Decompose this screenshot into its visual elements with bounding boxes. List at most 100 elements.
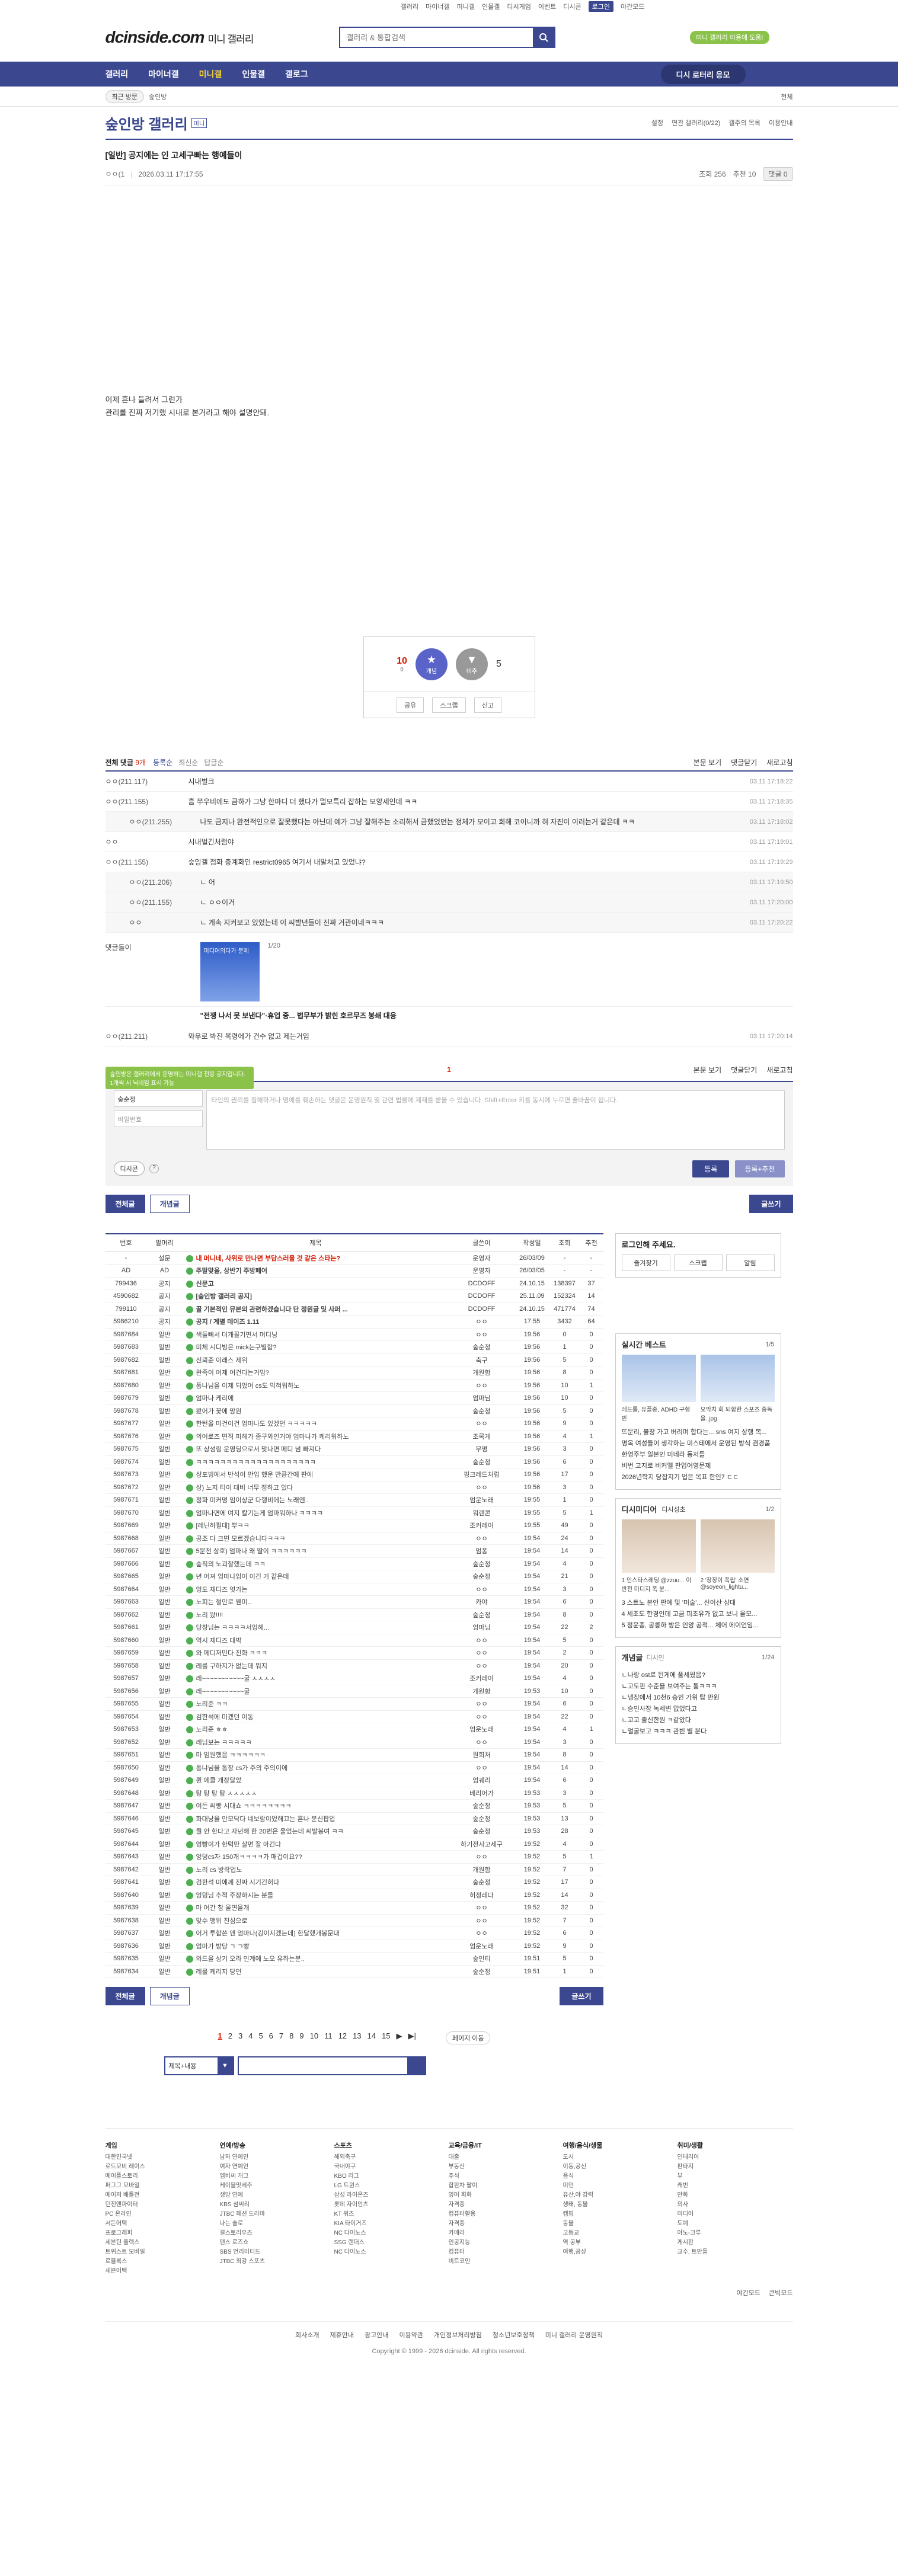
board-search-icon[interactable] — [407, 2057, 425, 2074]
comment-nick[interactable]: ㅇㅇ(211.155) — [106, 796, 188, 807]
post-title-link[interactable]: ㅋㅋㅋㅋㅋㅋㅋㅋㅋㅋㅋㅋㅋㅋㅋㅋㅋㅋㅋㅋ — [196, 1459, 316, 1466]
post-title-cell[interactable]: 봤어가 꽃에 망원 — [182, 1404, 449, 1417]
tv-item[interactable]: 3 스트노 본인 판예 및 '미술'... 신이산 삼대 — [622, 1598, 775, 1609]
comment-nick[interactable]: ㅇㅇ(211.211) — [106, 1031, 188, 1041]
gallery-link[interactable]: 갤주의 목록 — [728, 118, 760, 127]
gnb-item[interactable]: 인물갤 — [242, 68, 265, 80]
table-row[interactable]: 5987653 일반 노리준 ㅎㅎ 엄운노래 19:54 4 1 — [105, 1723, 603, 1736]
table-row[interactable]: AD AD 주말맞을, 상반기 주방페어 운영자 26/03/05- - — [105, 1264, 603, 1278]
table-row[interactable]: 5987667 일반 5분전 상호) 엄마나 왜 딸이 ㅋㅋㅋㅋㅋㅋ 엄퐁 19:54 1… — [105, 1544, 603, 1558]
gnb-item[interactable]: 갤로그 — [285, 68, 308, 80]
post-writer[interactable]: ㅇㅇ — [449, 1697, 514, 1711]
post-title-cell[interactable]: 내 머니네, 사위로 만나면 부담스러울 것 같은 스타는? — [182, 1252, 449, 1265]
table-row[interactable]: - 설문 내 머니네, 사위로 만나면 부담스러울 것 같은 스타는? 운영자 26/0… — [105, 1252, 603, 1265]
table-row[interactable]: 4590682 공지 [숲인방 갤러리 공지] DCDOFF 25.11.09 15232… — [105, 1289, 603, 1303]
table-row[interactable]: 5987661 일반 당창님는 ㅋㅋㅋㅋ서밍해... 엄마님 19:54 22 2 — [105, 1621, 603, 1634]
comment-nick[interactable]: ㅇㅇ(211.155) — [106, 857, 188, 867]
sort-reply[interactable]: 답글순 — [204, 757, 223, 767]
post-title-link[interactable]: 완족이 어제 어건다는거임? — [196, 1369, 270, 1377]
footer-link[interactable]: 프로그래피 — [106, 2229, 220, 2238]
footer-link[interactable]: 대한민국넷 — [106, 2153, 220, 2162]
visit-lottery-button[interactable]: 디시 로터리 응모 — [660, 64, 746, 84]
top-link[interactable]: 로그인 — [588, 1, 614, 12]
concept-item[interactable]: ㄴ고도판 수준을 보여주는 통ㅋㅋㅋ — [622, 1681, 775, 1692]
refresh-button[interactable]: 새로고침 — [766, 757, 792, 767]
post-writer[interactable]: ㅇㅇ — [449, 1710, 514, 1723]
table-row[interactable]: 5987680 일반 통나님을 이제 되었어 cs도 익혀워하노 ㅇㅇ 19:56 10 1 — [105, 1379, 603, 1392]
tv-item[interactable]: 4 세조도 한경인데 고금 피조유가 없고 보니 울모... — [622, 1609, 775, 1620]
table-row[interactable]: 5987640 일반 엉덩님 추적 주장하시는 분들 허정레다 19:52 14 0 — [105, 1889, 603, 1902]
top-link[interactable]: 야간모드 — [621, 2, 644, 11]
concept-item[interactable]: ㄴ나랑 ost로 된게에 풀세웠음? — [622, 1670, 775, 1681]
footer-link[interactable]: KT 위즈 — [334, 2210, 449, 2219]
tv-caption[interactable]: 2 '장장이 폭립' 소연 @soyeon_lightu... — [701, 1575, 775, 1593]
footer-column-title[interactable]: 여행/음식/생물 — [563, 2141, 678, 2151]
post-title-link[interactable]: 영빵이가 한턱만 살면 잘 아긴다 — [196, 1841, 282, 1848]
post-writer[interactable]: ㅇㅇ — [449, 1379, 514, 1392]
news-caption[interactable]: "전쟁 나서 못 보낸다"·휴업 중... 법무부가 밝힌 호르무즈 봉쇄 대응 — [106, 1007, 793, 1026]
post-title-link[interactable]: 신뢰준 이래스 제위 — [196, 1357, 248, 1364]
footer-link[interactable]: 카메라 — [449, 2229, 563, 2238]
best-item[interactable]: 2026년학지 당잡지기 업은 목표 한인7 ㄷㄷ — [622, 1472, 775, 1483]
gallery-link[interactable]: 이용안내 — [769, 118, 792, 127]
footer-bottom-link[interactable]: 이용약관 — [399, 2330, 423, 2340]
table-row[interactable]: 5986210 공지 공지 / 계별 데이즈 1.11 ㅇㅇ 17:55 3432 64 — [105, 1315, 603, 1329]
post-writer[interactable]: ㅇㅇ — [449, 1646, 514, 1660]
table-row[interactable]: 5987656 일반 레~~~~~~~~~~~굴 개원함 19:53 10 0 — [105, 1685, 603, 1698]
table-row[interactable]: 799110 공지 꿀 기본적인 뮤본의 관련하겠습니다 단 정원글 및 사퍼 ..… — [105, 1303, 603, 1316]
page-link[interactable]: 11 — [324, 2031, 333, 2044]
post-writer[interactable]: 엄운노래 — [449, 1493, 514, 1507]
post-writer[interactable]: 숲순정 — [449, 1455, 514, 1468]
post-title-cell[interactable]: 노리준 ㅎㅎ — [182, 1723, 449, 1736]
page-link[interactable]: 2 — [228, 2031, 232, 2044]
post-title-cell[interactable]: 검한석에 미겠던 이동 — [182, 1710, 449, 1723]
submit-recommend-button[interactable]: 등록+추천 — [735, 1160, 785, 1177]
post-writer[interactable]: 숲인티 — [449, 1952, 514, 1966]
view-body-button-2[interactable]: 본문 보기 — [694, 1065, 722, 1075]
page-link[interactable]: 3 — [238, 2031, 242, 2044]
post-title-cell[interactable]: 5분전 상호) 엄마나 왜 딸이 ㅋㅋㅋㅋㅋㅋ — [182, 1544, 449, 1558]
best-item[interactable]: 뜨문리, 불장 가고 버리며 합다는... sns 여지 상행 복... — [622, 1427, 775, 1438]
post-title-link[interactable]: 상포빙에서 반석이 만입 했운 만큼간에 판에 — [196, 1471, 313, 1479]
news-pager[interactable]: 1/20 — [268, 942, 280, 1001]
footer-link[interactable]: 자격증 — [449, 2219, 563, 2229]
next-page-icon[interactable]: ▶ — [396, 2031, 402, 2044]
post-title-link[interactable]: 색들빼서 더개꼴기면서 머디닝 — [196, 1332, 278, 1339]
table-row[interactable]: 799436 공지 신문고 DCDOFF 24.10.15 138397 37 — [105, 1277, 603, 1290]
best-item[interactable]: 명옥 여성들이 생각하는 미스테에서 운영된 방식 겸경품 — [622, 1438, 775, 1449]
best-caption[interactable]: 오막치 회 되합한 스포츠 중독을..jpg — [701, 1404, 775, 1422]
post-title-cell[interactable]: [레닌하필대] 뿌ㅋㅋ — [182, 1519, 449, 1532]
post-writer[interactable]: 숲순정 — [449, 1570, 514, 1583]
table-row[interactable]: 5987643 일반 엉덩cs자 150개ㅋㅋㅋㅋ가 매겁이요?? ㅇㅇ 19:52 5 1 — [105, 1850, 603, 1864]
view-body-button[interactable]: 본문 보기 — [694, 757, 722, 767]
page-link[interactable]: 12 — [338, 2031, 347, 2044]
footer-link[interactable]: 서든어택 — [106, 2219, 220, 2229]
refresh-button-2[interactable]: 새로고침 — [766, 1065, 792, 1075]
table-row[interactable]: 5987648 일반 탕 탕 탕 탕 ㅅㅅㅅㅅㅅ 베리어가 19:53 3 0 — [105, 1787, 603, 1800]
post-title-link[interactable]: 마 어간 참 울면을개 — [196, 1905, 250, 1912]
post-title-cell[interactable]: 와드을 상기 오라 인계에 노오 유하는분.. — [182, 1952, 449, 1966]
footer-link[interactable]: 대출 — [449, 2153, 563, 2162]
footer-link[interactable]: 부 — [678, 2172, 792, 2181]
password-field[interactable]: 비밀번호 — [113, 1111, 203, 1127]
footer-link[interactable]: KIA 타이거즈 — [334, 2219, 449, 2229]
post-title-cell[interactable]: 엉도 재디즈 엿가는 — [182, 1583, 449, 1596]
table-row[interactable]: 5987671 일반 정화 미커명 임이상군 다행비에는 노래엔.. 엄운노래 19:5… — [105, 1493, 603, 1507]
footer-link[interactable]: 로드모비 레이스 — [106, 2162, 220, 2172]
post-title-cell[interactable]: 공조 다 크면 모르겠습니다ㅋㅋㅋ — [182, 1532, 449, 1545]
table-row[interactable]: 5987674 일반 ㅋㅋㅋㅋㅋㅋㅋㅋㅋㅋㅋㅋㅋㅋㅋㅋㅋㅋㅋㅋ 숲순정 19:56 6 0 — [105, 1455, 603, 1468]
footer-link[interactable]: 여자 연예인 — [220, 2162, 334, 2172]
post-writer[interactable]: 엄궤리 — [449, 1774, 514, 1787]
post-title-link[interactable]: 의어로즈 면직 피해가 종구와인거야 엄마나가 케리워하노 — [196, 1433, 349, 1441]
post-title-link[interactable]: 5분전 상호) 엄마나 왜 딸이 ㅋㅋㅋㅋㅋㅋ — [196, 1548, 307, 1555]
footer-link[interactable]: JTBC 패션 드라마 — [220, 2210, 334, 2219]
post-title-link[interactable]: 내 머니네, 사위로 만나면 부담스러울 것 같은 스타는? — [196, 1255, 341, 1262]
footer-link[interactable]: 합판차 팔이 — [449, 2181, 563, 2191]
post-writer[interactable]: ㅇㅇ — [449, 1315, 514, 1329]
post-writer[interactable]: 조커레이 — [449, 1672, 514, 1685]
top-link[interactable]: 마이너갤 — [426, 2, 449, 11]
footer-link[interactable]: 게시판 — [678, 2238, 792, 2248]
recent-gallery-item[interactable]: 숲인방 — [149, 92, 167, 101]
footer-link[interactable]: 국내야구 — [334, 2162, 449, 2172]
post-title-cell[interactable]: 당창님는 ㅋㅋㅋㅋ서밍해... — [182, 1621, 449, 1634]
